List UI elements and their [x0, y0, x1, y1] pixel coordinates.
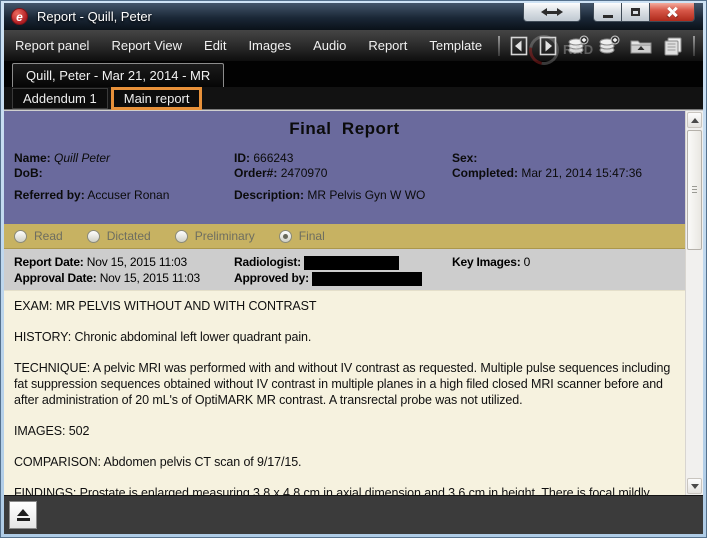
scrollbar-grip [692, 186, 697, 194]
vertical-scrollbar[interactable] [685, 111, 703, 495]
maximize-icon [631, 8, 640, 16]
study-tab-row: Quill, Peter - Mar 21, 2014 - MR [4, 61, 703, 87]
patient-dob: DoB: [14, 166, 234, 181]
eject-icon [17, 509, 29, 516]
page-previous-icon[interactable] [509, 36, 529, 56]
resize-toggle-button[interactable] [523, 3, 581, 22]
database-add-icon-2[interactable] [598, 35, 620, 57]
radio-final-circle[interactable] [279, 230, 292, 243]
toolbar-separator-end [693, 36, 695, 56]
menu-report-panel[interactable]: Report panel [4, 38, 100, 53]
report-body[interactable]: EXAM: MR PELVIS WITHOUT AND WITH CONTRAS… [4, 290, 685, 495]
radio-read[interactable]: Read [14, 229, 63, 243]
minimize-button[interactable] [593, 3, 622, 22]
menu-bar: Report panel Report View Edit Images Aud… [4, 30, 703, 61]
radio-read-circle[interactable] [14, 230, 27, 243]
report-content: Final Report Name: Quill Peter ID: 66624… [4, 110, 703, 495]
report-header: Final Report Name: Quill Peter ID: 66624… [4, 111, 685, 224]
window-title: Report - Quill, Peter [37, 9, 152, 24]
report-paragraph-comparison: COMPARISON: Abdomen pelvis CT scan of 9/… [14, 454, 675, 470]
scroll-down-icon [691, 484, 699, 489]
scroll-up-button[interactable] [687, 112, 702, 128]
completed-datetime: Completed: Mar 21, 2014 15:47:36 [452, 166, 675, 181]
patient-id: ID: 666243 [234, 151, 452, 166]
folder-open-icon[interactable] [629, 36, 653, 56]
radio-dictated[interactable]: Dictated [87, 229, 151, 243]
menu-images[interactable]: Images [237, 38, 302, 53]
tab-main-report[interactable]: Main report [111, 87, 203, 110]
bottom-bar [4, 495, 703, 534]
approval-date: Approval Date: Nov 15, 2015 11:03 [14, 270, 234, 286]
patient-sex: Sex: [452, 151, 675, 166]
report-paragraph-technique: TECHNIQUE: A pelvic MRI was performed wi… [14, 360, 675, 408]
approved-by: Approved by: [234, 270, 452, 286]
patient-name: Name: Quill Peter [14, 151, 234, 166]
collapse-panel-button[interactable] [9, 501, 37, 529]
menu-report[interactable]: Report [357, 38, 418, 53]
toolbar-separator [498, 36, 500, 56]
report-meta: Report Date: Nov 15, 2015 11:03 Radiolog… [4, 249, 685, 290]
report-paragraph-images: IMAGES: 502 [14, 423, 675, 439]
scroll-down-button[interactable] [687, 478, 702, 494]
close-button[interactable] [649, 3, 695, 22]
tab-addendum-1[interactable]: Addendum 1 [12, 88, 108, 109]
title-bar: e Report - Quill, Peter [4, 3, 703, 30]
scrollbar-thumb[interactable] [687, 130, 702, 250]
radio-preliminary[interactable]: Preliminary [175, 229, 255, 243]
radio-dictated-circle[interactable] [87, 230, 100, 243]
minimize-icon [603, 15, 613, 18]
horizontal-arrows-icon [541, 8, 563, 17]
radio-final[interactable]: Final [279, 229, 325, 243]
report-status-row: Read Dictated Preliminary Final [4, 224, 685, 249]
report-paragraph-findings: FINDINGS: Prostate is enlarged measuring… [14, 485, 675, 495]
key-images: Key Images: 0 [452, 254, 675, 270]
report-title: Final Report [14, 119, 675, 139]
menu-template[interactable]: Template [418, 38, 493, 53]
approved-by-redaction-box [312, 272, 422, 286]
report-tab-row: Addendum 1 Main report [4, 87, 703, 110]
close-icon [666, 6, 678, 18]
radiologist-redaction-box [304, 256, 399, 270]
database-add-icon[interactable] [567, 35, 589, 57]
order-number: Order#: 2470970 [234, 166, 452, 181]
report-window: e Report - Quill, Peter [0, 0, 707, 538]
radiologist: Radiologist: [234, 254, 452, 270]
page-next-icon[interactable] [538, 36, 558, 56]
report-paragraph-exam: EXAM: MR PELVIS WITHOUT AND WITH CONTRAS… [14, 298, 675, 314]
menu-audio[interactable]: Audio [302, 38, 357, 53]
scroll-up-icon [691, 118, 699, 123]
book-copy-icon[interactable] [662, 36, 684, 56]
study-description: Description: MR Pelvis Gyn W WO [234, 188, 452, 203]
menu-edit[interactable]: Edit [193, 38, 237, 53]
report-date: Report Date: Nov 15, 2015 11:03 [14, 254, 234, 270]
referred-by: Referred by: Accuser Ronan [14, 188, 234, 203]
tab-study[interactable]: Quill, Peter - Mar 21, 2014 - MR [12, 63, 224, 87]
menu-report-view[interactable]: Report View [100, 38, 193, 53]
maximize-button[interactable] [622, 3, 649, 22]
app-logo-icon: e [11, 8, 28, 25]
radio-preliminary-circle[interactable] [175, 230, 188, 243]
report-paragraph-history: HISTORY: Chronic abdominal left lower qu… [14, 329, 675, 345]
